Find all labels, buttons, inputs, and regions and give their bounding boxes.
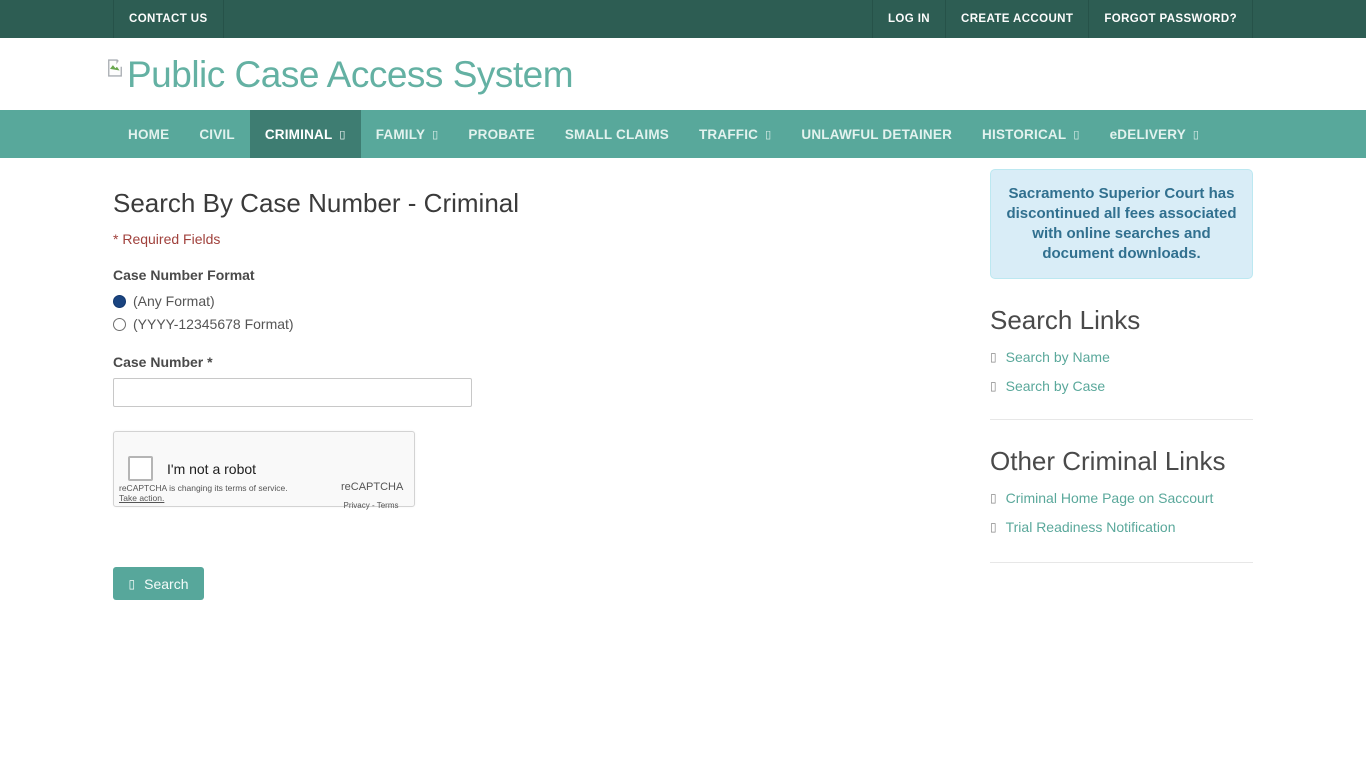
- list-item: ▯ Trial Readiness Notification: [990, 519, 1253, 535]
- case-number-format-label: Case Number Format: [113, 267, 975, 283]
- topbar-item-contact-us[interactable]: CONTACT US: [113, 0, 224, 38]
- other-criminal-links-list: ▯ Criminal Home Page on Saccourt ▯ Trial…: [990, 490, 1253, 535]
- topbar-item-forgot-password[interactable]: FORGOT PASSWORD?: [1088, 0, 1253, 38]
- site-header: Public Case Access System: [0, 38, 1366, 110]
- log-in-link[interactable]: LOG IN: [888, 13, 930, 25]
- radio-option-any-format[interactable]: (Any Format): [113, 293, 975, 309]
- sidebar: Sacramento Superior Court has discontinu…: [990, 158, 1253, 563]
- site-logo[interactable]: Public Case Access System: [105, 56, 573, 93]
- recaptcha-checkbox[interactable]: [128, 456, 153, 481]
- chevron-down-icon: ▯: [1193, 128, 1199, 141]
- recaptcha-privacy-link[interactable]: Privacy: [344, 501, 370, 510]
- sidebar-divider: [990, 419, 1253, 420]
- topbar-right-menu: LOG IN CREATE ACCOUNT FORGOT PASSWORD?: [872, 0, 1253, 38]
- main-content: Search By Case Number - Criminal * Requi…: [113, 158, 990, 600]
- chevron-down-icon: ▯: [1073, 128, 1079, 141]
- topbar-item-log-in[interactable]: LOG IN: [872, 0, 945, 38]
- link-bullet-icon: ▯: [990, 350, 997, 364]
- page-title: Search By Case Number - Criminal: [113, 188, 975, 219]
- topbar-item-create-account[interactable]: CREATE ACCOUNT: [945, 0, 1088, 38]
- search-by-case-link[interactable]: Search by Case: [1006, 378, 1106, 394]
- nav-item-small-claims[interactable]: SMALL CLAIMS: [550, 110, 684, 158]
- nav-link-family[interactable]: FAMILY▯: [361, 110, 454, 158]
- recaptcha-brand-name: reCAPTCHA: [341, 481, 403, 493]
- recaptcha-brand: reCAPTCHA Privacy - Terms: [341, 477, 401, 513]
- chevron-down-icon: ▯: [432, 128, 438, 141]
- forgot-password-link[interactable]: FORGOT PASSWORD?: [1104, 13, 1237, 25]
- nav-item-probate[interactable]: PROBATE: [453, 110, 549, 158]
- chevron-down-icon: ▯: [765, 128, 771, 141]
- search-button-label: Search: [144, 576, 188, 592]
- nav-link-criminal[interactable]: CRIMINAL▯: [250, 110, 361, 158]
- required-fields-note: * Required Fields: [113, 231, 975, 247]
- logo-text: Public Case Access System: [127, 56, 573, 93]
- nav-link-civil[interactable]: CIVIL: [184, 110, 250, 158]
- nav-link-probate[interactable]: PROBATE: [453, 110, 549, 158]
- link-bullet-icon: ▯: [990, 379, 997, 393]
- radio-any-format[interactable]: [113, 295, 126, 308]
- nav-link-small-claims[interactable]: SMALL CLAIMS: [550, 110, 684, 158]
- recaptcha-links-separator: -: [372, 501, 375, 510]
- case-number-input[interactable]: [113, 378, 472, 407]
- top-utility-bar: CONTACT US LOG IN CREATE ACCOUNT FORGOT …: [0, 0, 1366, 38]
- recaptcha-terms-link[interactable]: Terms: [377, 501, 399, 510]
- nav-item-criminal[interactable]: CRIMINAL▯: [250, 110, 361, 158]
- main-navbar: HOME CIVIL CRIMINAL▯ FAMILY▯ PROBATE SMA…: [0, 110, 1366, 158]
- contact-us-link[interactable]: CONTACT US: [129, 13, 208, 25]
- create-account-link[interactable]: CREATE ACCOUNT: [961, 13, 1073, 25]
- nav-link-edelivery[interactable]: eDELIVERY▯: [1095, 110, 1215, 158]
- search-button[interactable]: ▯ Search: [113, 567, 204, 600]
- sidebar-divider: [990, 562, 1253, 563]
- list-item: ▯ Criminal Home Page on Saccourt: [990, 490, 1253, 506]
- radio-option-yyyy-format[interactable]: (YYYY-12345678 Format): [113, 316, 975, 332]
- nav-item-civil[interactable]: CIVIL: [184, 110, 250, 158]
- other-criminal-links-heading: Other Criminal Links: [990, 446, 1253, 477]
- nav-link-home[interactable]: HOME: [113, 110, 184, 158]
- trial-readiness-notification-link[interactable]: Trial Readiness Notification: [1006, 519, 1176, 535]
- criminal-home-page-link[interactable]: Criminal Home Page on Saccourt: [1006, 490, 1214, 506]
- recaptcha-brand-links: Privacy - Terms: [344, 501, 399, 510]
- nav-item-edelivery[interactable]: eDELIVERY▯: [1095, 110, 1215, 158]
- nav-link-unlawful-detainer[interactable]: UNLAWFUL DETAINER: [786, 110, 967, 158]
- nav-link-historical[interactable]: HISTORICAL▯: [967, 110, 1095, 158]
- link-bullet-icon: ▯: [990, 520, 997, 534]
- search-links-heading: Search Links: [990, 305, 1253, 336]
- radio-yyyy-format[interactable]: [113, 318, 126, 331]
- list-item: ▯ Search by Case: [990, 378, 1253, 394]
- chevron-down-icon: ▯: [339, 128, 345, 141]
- broken-image-icon: [105, 58, 125, 83]
- search-icon: ▯: [129, 577, 136, 591]
- nav-item-historical[interactable]: HISTORICAL▯: [967, 110, 1095, 158]
- recaptcha-widget: I'm not a robot reCAPTCHA is changing it…: [113, 431, 415, 507]
- fees-notice-box: Sacramento Superior Court has discontinu…: [990, 169, 1253, 279]
- nav-item-traffic[interactable]: TRAFFIC▯: [684, 110, 786, 158]
- nav-item-unlawful-detainer[interactable]: UNLAWFUL DETAINER: [786, 110, 967, 158]
- recaptcha-notice-text: reCAPTCHA is changing its terms of servi…: [119, 483, 288, 493]
- search-links-list: ▯ Search by Name ▯ Search by Case: [990, 349, 1253, 394]
- recaptcha-take-action-link[interactable]: Take action.: [119, 493, 164, 503]
- search-by-name-link[interactable]: Search by Name: [1006, 349, 1110, 365]
- case-number-label: Case Number *: [113, 354, 975, 370]
- radio-any-format-label: (Any Format): [133, 293, 215, 309]
- link-bullet-icon: ▯: [990, 491, 997, 505]
- topbar-left-menu: CONTACT US: [113, 0, 224, 38]
- nav-item-family[interactable]: FAMILY▯: [361, 110, 454, 158]
- nav-item-home[interactable]: HOME: [113, 110, 184, 158]
- list-item: ▯ Search by Name: [990, 349, 1253, 365]
- nav-link-traffic[interactable]: TRAFFIC▯: [684, 110, 786, 158]
- recaptcha-label: I'm not a robot: [167, 461, 256, 477]
- radio-yyyy-format-label: (YYYY-12345678 Format): [133, 316, 294, 332]
